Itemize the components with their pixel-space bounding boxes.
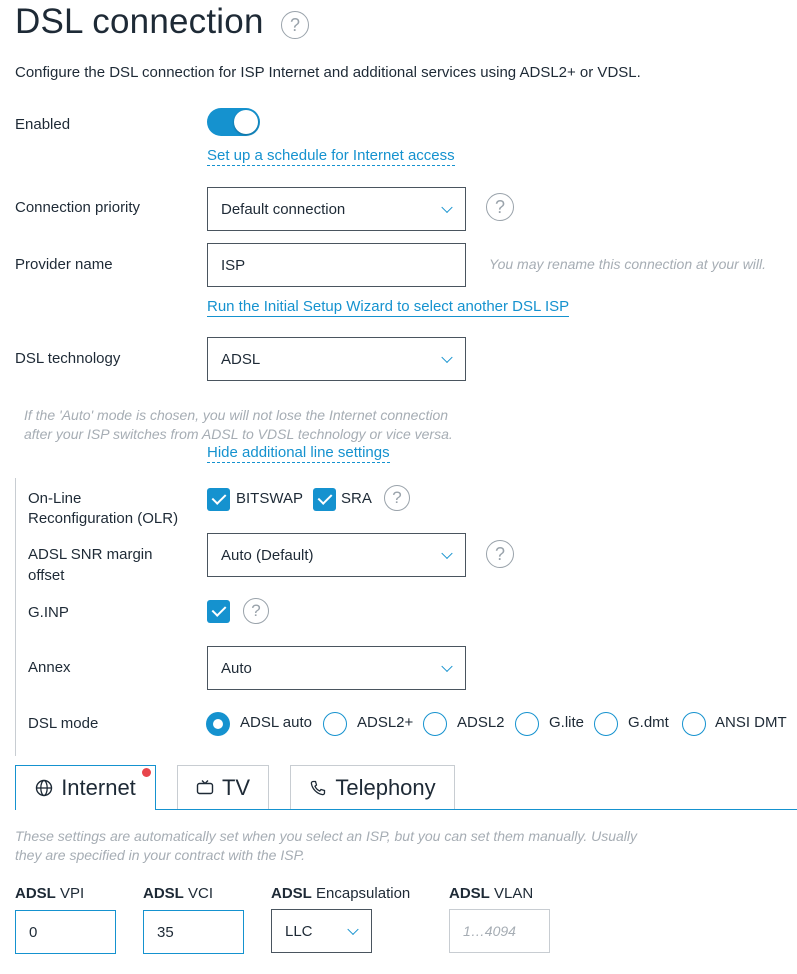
snr-margin-select[interactable]: Auto (Default) <box>207 533 466 577</box>
annex-value: Auto <box>221 659 252 677</box>
technology-value: ADSL <box>221 350 261 368</box>
chevron-down-icon <box>441 201 453 214</box>
provider-name-input[interactable]: ISP <box>207 243 466 287</box>
vci-label: ADSL VCI <box>143 885 214 902</box>
radio-label-adsl2plus: ADSL2+ <box>357 714 414 731</box>
vci-value: 35 <box>157 923 174 941</box>
priority-help-icon[interactable]: ? <box>486 193 514 221</box>
snr-help-icon[interactable]: ? <box>486 540 514 568</box>
olr-label-line1: On-Line <box>28 490 82 507</box>
tab-internet-label: Internet <box>61 775 136 800</box>
annex-select[interactable]: Auto <box>207 646 466 690</box>
enabled-toggle[interactable] <box>207 108 260 136</box>
toggle-knob <box>234 110 258 134</box>
radio-label-adsl2: ADSL2 <box>457 714 505 731</box>
globe-icon <box>35 779 53 797</box>
setup-wizard-link[interactable]: Run the Initial Setup Wizard to select a… <box>207 298 570 317</box>
encapsulation-label: ADSL Encapsulation <box>271 885 411 902</box>
internet-note-line1: These settings are automatically set whe… <box>15 828 638 844</box>
bitswap-label: BITSWAP <box>236 490 303 507</box>
settings-group-divider <box>15 478 16 756</box>
provider-hint: You may rename this connection at your w… <box>489 256 767 272</box>
olr-help-icon[interactable]: ? <box>384 485 410 511</box>
chevron-down-icon <box>441 351 453 364</box>
vpi-input[interactable]: 0 <box>15 910 116 954</box>
tv-icon <box>196 779 214 794</box>
ginp-help-icon[interactable]: ? <box>243 598 269 624</box>
phone-icon <box>311 780 326 795</box>
radio-label-glite: G.lite <box>549 714 585 731</box>
technology-select[interactable]: ADSL <box>207 337 466 381</box>
technology-note-line1: If the 'Auto' mode is chosen, you will n… <box>24 407 449 423</box>
vlan-input[interactable]: 1…4094 <box>449 909 550 953</box>
chevron-down-icon <box>441 547 453 560</box>
encapsulation-value: LLC <box>285 922 313 940</box>
snr-value: Auto (Default) <box>221 546 314 564</box>
vpi-value: 0 <box>29 923 38 941</box>
ginp-label: G.INP <box>28 604 69 621</box>
page-title: DSL connection <box>15 2 264 41</box>
radio-ansi-dmt[interactable] <box>682 712 706 736</box>
encapsulation-select[interactable]: LLC <box>271 909 372 953</box>
ginp-checkbox[interactable] <box>207 600 230 623</box>
vlan-placeholder: 1…4094 <box>463 923 516 939</box>
sra-label: SRA <box>341 490 372 507</box>
radio-label-adsl-auto: ADSL auto <box>240 714 312 731</box>
radio-adsl-auto[interactable] <box>206 712 230 736</box>
tab-tv[interactable]: TV <box>177 765 269 809</box>
enabled-label: Enabled <box>15 116 71 133</box>
technology-note-line2: after your ISP switches from ADSL to VDS… <box>24 426 453 442</box>
bitswap-checkbox[interactable] <box>207 488 230 511</box>
dsl-mode-label: DSL mode <box>28 715 99 732</box>
vpi-label: ADSL VPI <box>15 885 85 902</box>
tab-telephony-label: Telephony <box>335 774 436 800</box>
tab-tv-label: TV <box>221 774 251 800</box>
provider-label: Provider name <box>15 256 113 273</box>
technology-label: DSL technology <box>15 350 121 367</box>
radio-label-gdmt: G.dmt <box>628 714 669 731</box>
priority-select[interactable]: Default connection <box>207 187 466 231</box>
internet-note-line2: they are specified in your contract with… <box>15 847 306 863</box>
snr-label-line2: offset <box>28 567 65 584</box>
annex-label: Annex <box>28 659 71 676</box>
vlan-label: ADSL VLAN <box>449 885 534 902</box>
sra-checkbox[interactable] <box>313 488 336 511</box>
page-intro: Configure the DSL connection for ISP Int… <box>15 64 641 81</box>
priority-label: Connection priority <box>15 199 141 216</box>
schedule-link[interactable]: Set up a schedule for Internet access <box>207 147 455 166</box>
radio-adsl2[interactable] <box>423 712 447 736</box>
chevron-down-icon <box>441 660 453 673</box>
vci-input[interactable]: 35 <box>143 910 244 954</box>
hide-line-settings-link[interactable]: Hide additional line settings <box>207 444 390 463</box>
tab-telephony[interactable]: Telephony <box>290 765 455 809</box>
chevron-down-icon <box>347 923 359 936</box>
radio-adsl2plus[interactable] <box>323 712 347 736</box>
notification-dot <box>142 768 151 777</box>
radio-label-ansi-dmt: ANSI DMT <box>715 714 787 731</box>
priority-value: Default connection <box>221 200 346 218</box>
title-help-icon[interactable]: ? <box>281 11 309 39</box>
tab-internet[interactable]: Internet <box>15 765 156 810</box>
radio-glite[interactable] <box>515 712 539 736</box>
radio-gdmt[interactable] <box>594 712 618 736</box>
snr-label-line1: ADSL SNR margin <box>28 546 153 563</box>
provider-name-value: ISP <box>221 256 246 274</box>
olr-label-line2: Reconfiguration (OLR) <box>28 510 179 527</box>
